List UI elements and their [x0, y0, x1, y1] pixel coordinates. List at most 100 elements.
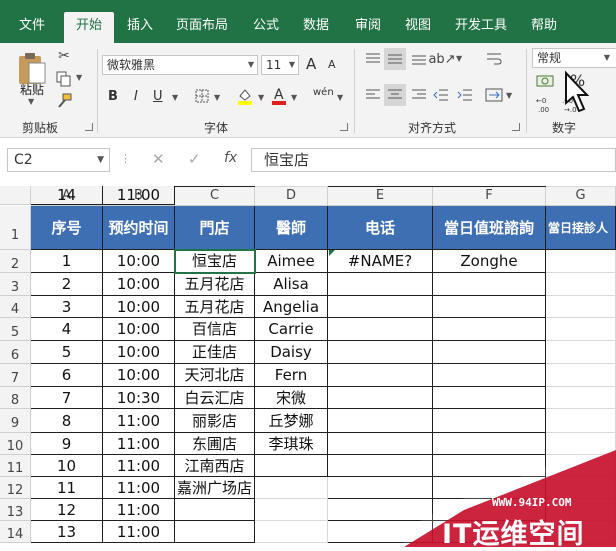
cell-store[interactable]: 五月花店: [175, 296, 255, 318]
cell-time[interactable]: 11:00: [103, 499, 175, 521]
phonetic-dropdown-icon[interactable]: ▼: [337, 93, 343, 102]
row-header-1[interactable]: 1: [0, 206, 31, 250]
phonetic-guide-button[interactable]: wén: [313, 87, 334, 98]
row-header-12[interactable]: 12: [0, 477, 31, 499]
formula-input[interactable]: 恒宝店: [251, 148, 616, 172]
header-cell-doctor[interactable]: 醫師: [255, 206, 328, 250]
tab-formulas[interactable]: 公式: [244, 12, 288, 43]
cell-phone[interactable]: #NAME?: [328, 250, 433, 273]
fill-color-icon[interactable]: [236, 87, 254, 105]
cell-reception[interactable]: [546, 499, 616, 521]
cell-time[interactable]: 10:00: [103, 273, 175, 296]
tab-home[interactable]: 开始: [64, 12, 114, 43]
cell-duty[interactable]: [433, 186, 546, 187]
cell-phone[interactable]: [328, 409, 433, 433]
cell-store[interactable]: 天河北店: [175, 364, 255, 387]
cell-duty[interactable]: [433, 477, 546, 499]
cell-store[interactable]: [175, 499, 255, 521]
cell-phone[interactable]: [328, 477, 433, 499]
cell-phone[interactable]: [328, 433, 433, 455]
cell-index[interactable]: 6: [31, 364, 103, 387]
row-header-8[interactable]: 8: [0, 387, 31, 409]
cell-reception[interactable]: [546, 250, 616, 273]
cell-reception[interactable]: [546, 364, 616, 387]
cancel-icon[interactable]: ✕: [152, 150, 165, 168]
align-middle-icon[interactable]: [384, 48, 406, 70]
cell-time[interactable]: 10:30: [103, 387, 175, 409]
cell-phone[interactable]: [328, 273, 433, 296]
merge-center-icon[interactable]: [484, 87, 504, 103]
cell-duty[interactable]: [433, 521, 546, 543]
header-cell-index[interactable]: 序号: [31, 206, 103, 250]
cell-duty[interactable]: [433, 273, 546, 296]
cell-doctor[interactable]: [255, 455, 328, 477]
cell-duty[interactable]: [433, 296, 546, 318]
error-indicator-icon[interactable]: [329, 250, 335, 256]
cell-index[interactable]: 2: [31, 273, 103, 296]
row-header-11[interactable]: 11: [0, 455, 31, 477]
cell-doctor[interactable]: Alisa: [255, 273, 328, 296]
tab-data[interactable]: 数据: [294, 12, 338, 43]
row-header-2[interactable]: 2: [0, 250, 31, 273]
alignment-launcher-icon[interactable]: [512, 123, 520, 131]
align-top-icon[interactable]: [364, 51, 382, 67]
cell-doctor[interactable]: 李琪珠: [255, 433, 328, 455]
column-header-g[interactable]: G: [546, 186, 616, 206]
cell-phone[interactable]: [328, 455, 433, 477]
cell-store[interactable]: [175, 186, 255, 187]
cell-duty[interactable]: [433, 341, 546, 364]
tab-page-layout[interactable]: 页面布局: [168, 12, 236, 43]
cell-duty[interactable]: [433, 318, 546, 341]
font-color-dropdown-icon[interactable]: ▼: [291, 93, 297, 102]
cell-doctor[interactable]: Daisy: [255, 341, 328, 364]
cell-store[interactable]: [175, 521, 255, 543]
cell-reception[interactable]: [546, 521, 616, 543]
column-header-f[interactable]: F: [433, 186, 546, 206]
cell-doctor[interactable]: 丘梦娜: [255, 409, 328, 433]
align-center-icon[interactable]: [384, 84, 406, 106]
column-header-c[interactable]: C: [175, 186, 255, 206]
tab-developer[interactable]: 开发工具: [448, 12, 514, 43]
cell-reception[interactable]: [546, 455, 616, 477]
insert-function-icon[interactable]: fx: [224, 150, 237, 166]
cell-store[interactable]: 丽影店: [175, 409, 255, 433]
header-cell-store[interactable]: 門店: [175, 206, 255, 250]
borders-dropdown-icon[interactable]: ▼: [214, 93, 220, 102]
decrease-font-size-button[interactable]: A: [328, 58, 336, 71]
paste-label[interactable]: 粘贴: [20, 81, 44, 98]
copy-icon[interactable]: [55, 71, 73, 87]
increase-decimal-icon[interactable]: ←0.00: [536, 95, 558, 113]
cell-doctor[interactable]: Fern: [255, 364, 328, 387]
cell-index[interactable]: 3: [31, 296, 103, 318]
underline-button[interactable]: U: [153, 89, 163, 104]
formula-bar-handle-icon[interactable]: ⋮: [120, 152, 131, 165]
tab-review[interactable]: 审阅: [346, 12, 390, 43]
cell-doctor[interactable]: [255, 499, 328, 521]
copy-dropdown-icon[interactable]: ▼: [76, 73, 82, 82]
cell-doctor[interactable]: Carrie: [255, 318, 328, 341]
cell-index[interactable]: 12: [31, 499, 103, 521]
number-format-select[interactable]: 常规 ▼: [532, 48, 616, 68]
font-color-icon[interactable]: A: [270, 86, 288, 106]
row-header-9[interactable]: 9: [0, 409, 31, 433]
cell-duty[interactable]: [433, 499, 546, 521]
cell-reception[interactable]: [546, 409, 616, 433]
currency-format-icon[interactable]: [536, 73, 554, 89]
cut-icon[interactable]: ✂: [56, 48, 72, 64]
row-header-4[interactable]: 4: [0, 296, 31, 318]
cell-index[interactable]: 11: [31, 477, 103, 499]
cell-time[interactable]: 10:00: [103, 341, 175, 364]
cell-index[interactable]: 10: [31, 455, 103, 477]
orientation-dropdown-icon[interactable]: ▼: [456, 54, 462, 63]
row-header-10[interactable]: 10: [0, 433, 31, 455]
header-cell-time[interactable]: 预约时间: [103, 206, 175, 250]
orientation-icon[interactable]: ab↗: [428, 49, 455, 69]
cell-store[interactable]: 恒宝店: [175, 250, 255, 273]
cell-time[interactable]: 10:00: [103, 250, 175, 273]
cell-index[interactable]: 9: [31, 433, 103, 455]
cell-doctor[interactable]: [255, 186, 328, 187]
cell-phone[interactable]: [328, 521, 433, 543]
header-cell-duty[interactable]: 當日值班諮詢: [433, 206, 546, 250]
cell-doctor[interactable]: [255, 477, 328, 499]
fill-color-dropdown-icon[interactable]: ▼: [258, 93, 264, 102]
